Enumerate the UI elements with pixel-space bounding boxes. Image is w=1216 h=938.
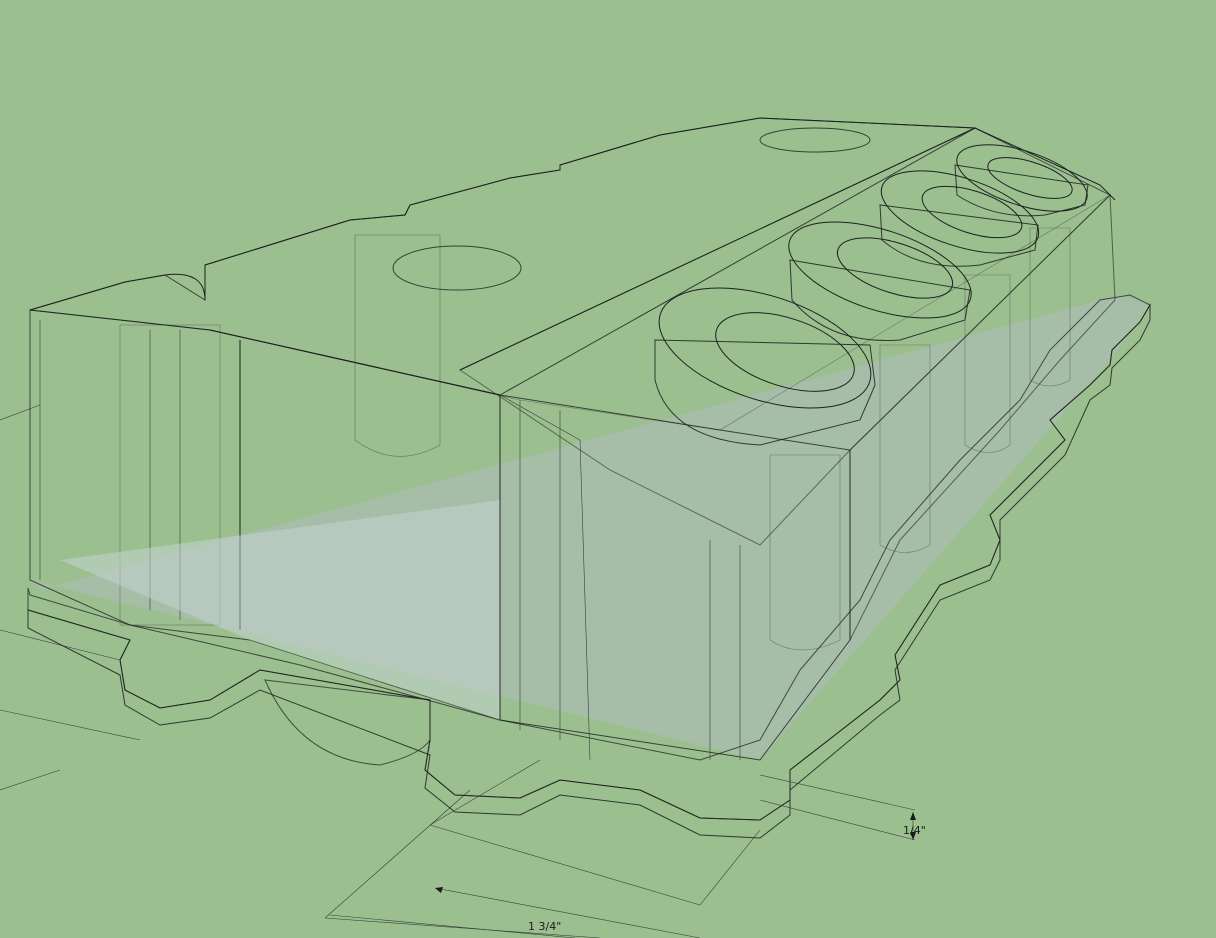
3d-model-viewport[interactable]: 1/4" 1 3/4" — [0, 0, 1216, 938]
dimension-label-flange: 1/4" — [903, 824, 926, 837]
dimension-label-spacing: 1 3/4" — [528, 920, 561, 933]
